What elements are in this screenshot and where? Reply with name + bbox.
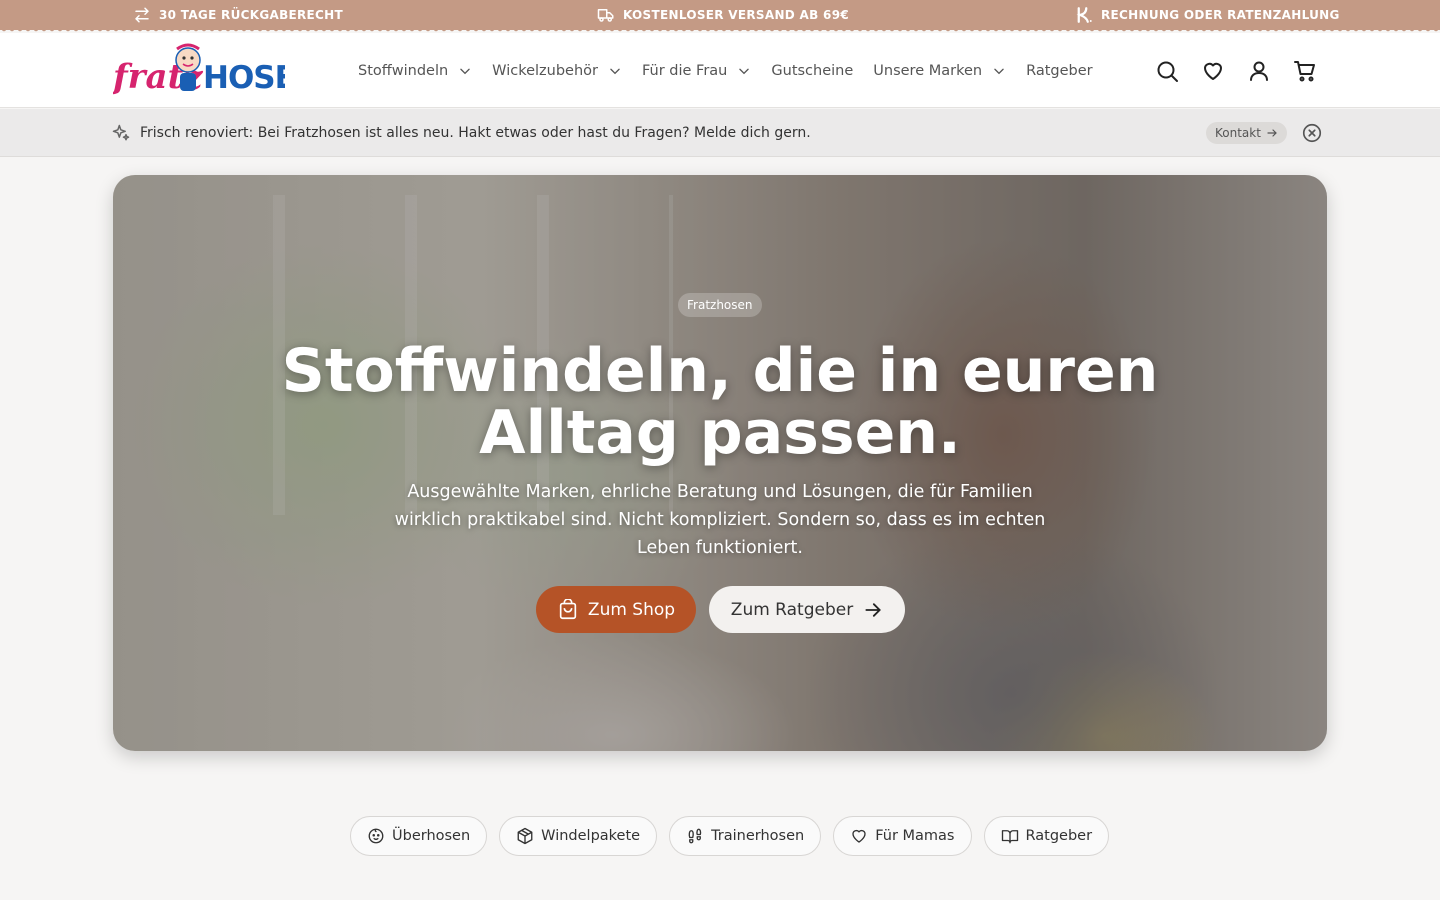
klarna-icon [1076, 7, 1092, 23]
contact-button[interactable]: Kontakt [1206, 122, 1287, 144]
user-icon[interactable] [1247, 59, 1271, 83]
close-icon[interactable] [1301, 122, 1323, 144]
nav-fuer-die-frau[interactable]: Für die Frau [642, 63, 751, 79]
promo-shipping: KOSTENLOSER VERSAND AB 69€ [597, 0, 849, 30]
category-label: Überhosen [392, 828, 471, 844]
notice-bar: Frisch renoviert: Bei Fratzhosen ist all… [0, 109, 1440, 157]
promo-shipping-label: KOSTENLOSER VERSAND AB 69€ [623, 8, 850, 22]
arrow-right-icon [865, 602, 882, 617]
guide-button-label: Zum Ratgeber [730, 599, 854, 620]
notice-content: Frisch renoviert: Bei Fratzhosen ist all… [111, 109, 811, 157]
shopping-bag-icon [559, 598, 577, 619]
guide-button[interactable]: Zum Ratgeber [709, 586, 905, 633]
category-trainerhosen[interactable]: Trainerhosen [669, 816, 822, 856]
promo-bar: 30 TAGE RÜCKGABERECHT KOSTENLOSER VERSAN… [0, 0, 1440, 33]
category-label: Ratgeber [1025, 828, 1093, 844]
nav-unsere-marken[interactable]: Unsere Marken [873, 63, 1006, 79]
main-nav: Stoffwindeln Wickelzubehör Für die Frau … [358, 33, 1093, 108]
hero-banner: Fratzhosen Stoffwindeln, die in euren Al… [113, 175, 1327, 751]
search-icon[interactable] [1155, 59, 1179, 83]
category-windelpakete[interactable]: Windelpakete [499, 816, 658, 856]
category-ratgeber[interactable]: Ratgeber [983, 816, 1110, 856]
nav-label: Für die Frau [641, 62, 728, 79]
hero-text: Ausgewählte Marken, ehrliche Beratung un… [394, 482, 1046, 558]
notice-text: Frisch renoviert: Bei Fratzhosen ist all… [140, 125, 811, 141]
promo-payment: RECHNUNG ODER RATENZAHLUNG [1075, 0, 1340, 30]
baby-face-icon [368, 828, 384, 844]
nav-label: Unsere Marken [873, 62, 983, 79]
shop-button[interactable]: Zum Shop [536, 586, 696, 633]
category-ueberhosen[interactable]: Überhosen [350, 816, 488, 856]
nav-ratgeber[interactable]: Ratgeber [1026, 63, 1093, 79]
promo-payment-label: RECHNUNG ODER RATENZAHLUNG [1101, 8, 1340, 22]
chevron-down-icon [994, 68, 1004, 74]
footprints-icon [688, 828, 702, 844]
nav-wickelzubehoer[interactable]: Wickelzubehör [492, 63, 622, 79]
logo-graphic: fratz HOSEN [113, 43, 285, 97]
chevron-down-icon [610, 68, 620, 74]
exchange-arrows-icon [135, 7, 149, 23]
header-actions [1155, 33, 1317, 108]
arrow-right-icon [1267, 129, 1277, 137]
category-label: Trainerhosen [711, 828, 805, 844]
hero-badge: Fratzhosen [678, 293, 762, 317]
promo-returns-label: 30 TAGE RÜCKGABERECHT [159, 8, 343, 22]
book-icon [1001, 830, 1018, 844]
hero-content: Fratzhosen Stoffwindeln, die in euren Al… [113, 175, 1327, 751]
package-icon [517, 827, 533, 845]
site-logo[interactable]: fratz HOSEN [113, 43, 285, 99]
category-pills: Überhosen Windelpakete Trainerhosen Für … [350, 816, 1110, 856]
sparkles-icon [112, 124, 130, 141]
chevron-down-icon [739, 68, 750, 74]
truck-icon [597, 9, 614, 22]
site-header: fratz HOSEN Stoffwindeln Wickelzubehör F… [0, 33, 1440, 108]
nav-stoffwindeln[interactable]: Stoffwindeln [358, 63, 472, 79]
category-fuer-mamas[interactable]: Für Mamas [833, 816, 972, 856]
category-label: Für Mamas [875, 828, 955, 844]
promo-returns: 30 TAGE RÜCKGABERECHT [133, 0, 343, 30]
logo-text-hosen: HOSEN [203, 60, 285, 96]
contact-button-label: Kontakt [1215, 126, 1261, 140]
nav-label: Stoffwindeln [358, 62, 449, 79]
category-label: Windelpakete [541, 828, 641, 844]
heart-icon [852, 829, 866, 843]
nav-label: Wickelzubehör [492, 62, 598, 79]
heart-icon[interactable] [1201, 59, 1225, 83]
shop-button-label: Zum Shop [587, 599, 676, 620]
nav-label: Gutscheine [771, 62, 854, 79]
nav-label: Ratgeber [1026, 62, 1093, 79]
nav-gutscheine[interactable]: Gutscheine [771, 63, 853, 79]
cart-icon[interactable] [1293, 59, 1317, 83]
hero-title: Stoffwindeln, die in euren Alltag passen… [281, 336, 1159, 468]
chevron-down-icon [460, 68, 470, 74]
